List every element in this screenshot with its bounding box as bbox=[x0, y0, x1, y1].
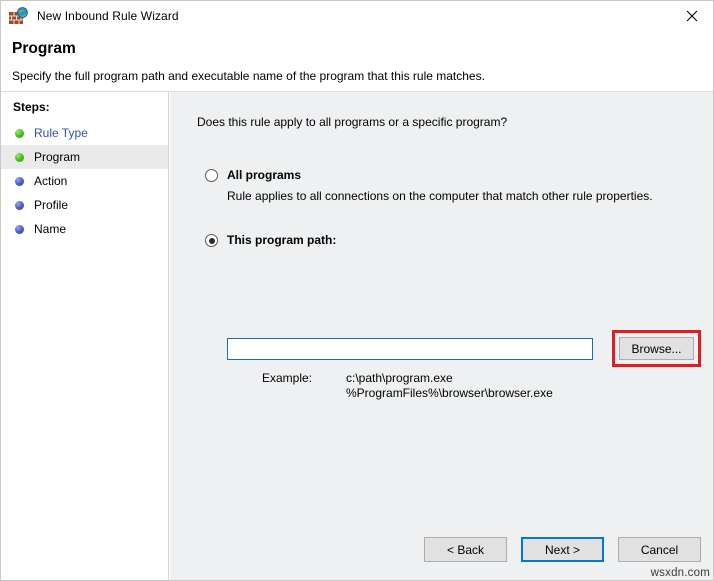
example-block: Example: c:\path\program.exe %ProgramFil… bbox=[262, 371, 553, 401]
step-bullet-icon bbox=[15, 225, 24, 234]
sidebar-item-profile[interactable]: Profile bbox=[1, 193, 168, 217]
title-bar: New Inbound Rule Wizard bbox=[1, 1, 714, 31]
sidebar-item-label: Profile bbox=[34, 198, 68, 212]
back-button[interactable]: < Back bbox=[424, 537, 507, 562]
question-text: Does this rule apply to all programs or … bbox=[197, 115, 507, 129]
step-bullet-icon bbox=[15, 129, 24, 138]
radio-this-program-path[interactable] bbox=[205, 234, 218, 247]
option-this-program-path[interactable]: This program path: Browse... Example: c:… bbox=[205, 233, 336, 247]
sidebar-item-label: Name bbox=[34, 222, 66, 236]
wizard-footer: < Back Next > Cancel bbox=[170, 522, 714, 581]
sidebar-item-label: Rule Type bbox=[34, 126, 88, 140]
step-bullet-icon bbox=[15, 201, 24, 210]
sidebar-item-program[interactable]: Program bbox=[1, 145, 168, 169]
radio-all-programs[interactable] bbox=[205, 169, 218, 182]
new-inbound-rule-wizard-window: New Inbound Rule Wizard Program Specify … bbox=[0, 0, 714, 581]
page-header: Program Specify the full program path an… bbox=[1, 31, 714, 92]
step-bullet-icon bbox=[15, 177, 24, 186]
browse-button[interactable]: Browse... bbox=[619, 337, 694, 360]
steps-heading: Steps: bbox=[13, 100, 50, 114]
sidebar-item-action[interactable]: Action bbox=[1, 169, 168, 193]
cancel-button[interactable]: Cancel bbox=[618, 537, 701, 562]
example-line-1: c:\path\program.exe bbox=[346, 371, 553, 386]
example-lines: c:\path\program.exe %ProgramFiles%\brows… bbox=[346, 371, 553, 401]
watermark: wsxdn.com bbox=[651, 567, 710, 579]
page-subtitle: Specify the full program path and execut… bbox=[12, 69, 485, 83]
page-title: Program bbox=[12, 40, 76, 58]
next-button[interactable]: Next > bbox=[521, 537, 604, 562]
step-bullet-icon bbox=[15, 153, 24, 162]
option-description: Rule applies to all connections on the c… bbox=[227, 189, 653, 203]
program-path-row: Browse... bbox=[227, 338, 704, 363]
firewall-globe-icon bbox=[9, 7, 29, 25]
program-path-input[interactable] bbox=[227, 338, 593, 360]
sidebar-item-rule-type[interactable]: Rule Type bbox=[1, 121, 168, 145]
option-label: All programs bbox=[227, 168, 301, 182]
sidebar-item-name[interactable]: Name bbox=[1, 217, 168, 241]
sidebar-item-label: Action bbox=[34, 174, 67, 188]
steps-sidebar: Steps: Rule Type Program Action Profile … bbox=[1, 92, 169, 581]
example-line-2: %ProgramFiles%\browser\browser.exe bbox=[346, 386, 553, 401]
sidebar-item-label: Program bbox=[34, 150, 80, 164]
steps-list: Rule Type Program Action Profile Name bbox=[1, 121, 168, 241]
wizard-nav-buttons: < Back Next > Cancel bbox=[424, 537, 701, 562]
option-label: This program path: bbox=[227, 233, 336, 247]
window-title: New Inbound Rule Wizard bbox=[37, 9, 179, 23]
main-content: Does this rule apply to all programs or … bbox=[170, 92, 714, 581]
example-label: Example: bbox=[262, 371, 346, 401]
close-icon[interactable] bbox=[669, 1, 714, 31]
browse-button-highlight: Browse... bbox=[612, 330, 701, 367]
option-all-programs[interactable]: All programs Rule applies to all connect… bbox=[205, 168, 653, 203]
